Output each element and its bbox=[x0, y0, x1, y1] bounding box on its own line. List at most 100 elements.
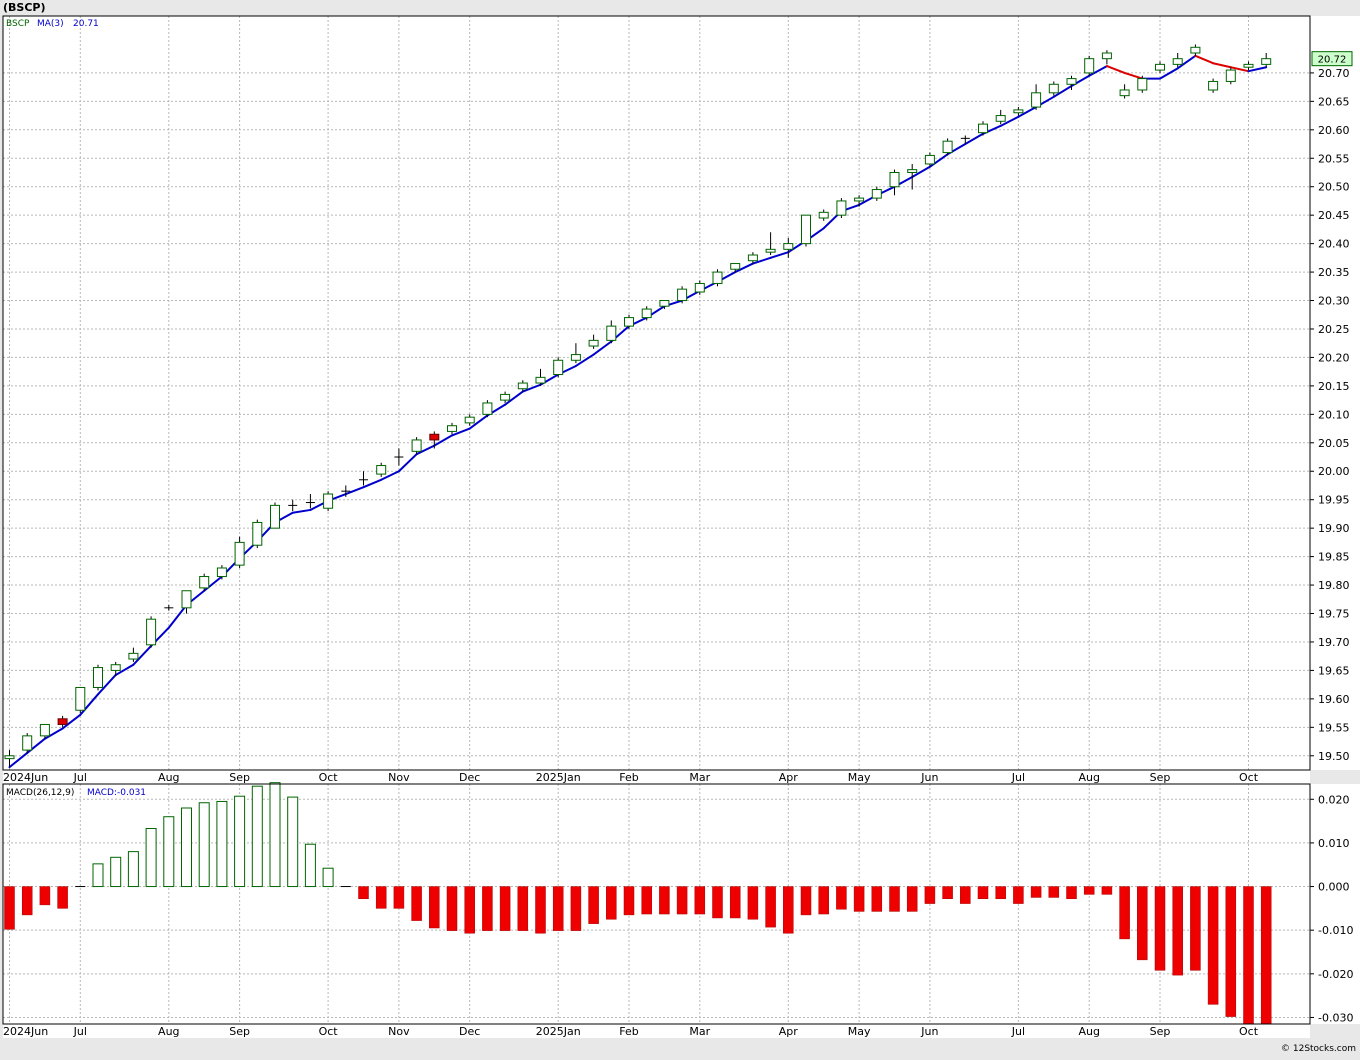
last-price-label: 20.72 bbox=[1318, 55, 1347, 66]
macd-x-tick-label: 2024Jun bbox=[3, 1025, 48, 1038]
price-y-tick-label: 20.50 bbox=[1318, 181, 1350, 194]
price-x-tick-label: Jul bbox=[73, 771, 87, 784]
candle-body-up bbox=[1119, 89, 1130, 97]
price-y-tick-label: 20.20 bbox=[1318, 351, 1350, 364]
candle-body-up bbox=[216, 567, 227, 578]
price-y-tick-label: 20.60 bbox=[1318, 124, 1350, 137]
macd-y-tick-label: 0.020 bbox=[1318, 793, 1350, 806]
candle-body-up bbox=[146, 618, 157, 646]
macd-bar-negative bbox=[1225, 886, 1237, 1017]
candle-body-up bbox=[110, 664, 121, 671]
price-y-tick-label: 20.05 bbox=[1318, 437, 1350, 450]
price-candle bbox=[677, 286, 688, 304]
candle-body-up bbox=[464, 416, 475, 424]
candle-body-up bbox=[252, 521, 263, 546]
price-candle bbox=[252, 519, 263, 549]
candle-body-up bbox=[978, 123, 988, 134]
candle-body-up bbox=[482, 402, 493, 415]
macd-y-axis-area bbox=[1310, 784, 1360, 1024]
macd-x-tick-label: Aug bbox=[1078, 1025, 1099, 1038]
candle-body-up bbox=[871, 189, 882, 199]
macd-bar-positive bbox=[251, 785, 263, 888]
macd-bar-negative bbox=[659, 886, 670, 915]
macd-bar-negative bbox=[977, 886, 989, 900]
price-candle bbox=[836, 198, 847, 219]
macd-bar-negative bbox=[960, 886, 971, 904]
candle-body-up bbox=[907, 169, 918, 173]
price-y-tick-label: 19.70 bbox=[1318, 636, 1350, 649]
candle-body-down bbox=[57, 718, 68, 725]
macd-bar-positive bbox=[287, 796, 299, 888]
price-panel bbox=[3, 16, 1310, 770]
macd-bar-negative bbox=[1013, 886, 1024, 904]
candle-body-up bbox=[1261, 58, 1272, 65]
candle-body-up bbox=[641, 308, 652, 319]
candle-body-up bbox=[1031, 92, 1042, 108]
macd-bar-negative bbox=[429, 886, 440, 929]
price-candle bbox=[1225, 67, 1236, 85]
macd-bar-negative bbox=[1137, 886, 1148, 961]
price-candle bbox=[270, 502, 280, 529]
macd-x-tick-label: Sep bbox=[229, 1025, 250, 1038]
macd-bar-negative bbox=[1066, 886, 1077, 900]
price-x-tick-label: Sep bbox=[229, 771, 250, 784]
price-y-tick-label: 20.45 bbox=[1318, 209, 1350, 222]
macd-bar-negative bbox=[552, 886, 564, 931]
macd-bar-positive bbox=[322, 867, 334, 888]
macd-bar-negative bbox=[588, 886, 599, 924]
candle-body-up bbox=[854, 197, 865, 202]
macd-bar-negative bbox=[1083, 886, 1095, 895]
candle-body-up bbox=[747, 254, 758, 262]
candle-body-up bbox=[730, 263, 741, 270]
candle-body-up bbox=[924, 154, 935, 165]
candle-body-up bbox=[1172, 58, 1183, 65]
price-y-tick-label: 19.80 bbox=[1318, 579, 1350, 592]
price-candle bbox=[323, 491, 334, 512]
price-x-tick-label: Apr bbox=[779, 771, 799, 784]
price-x-tick-label: Oct bbox=[1239, 771, 1259, 784]
price-x-tick-label: Oct bbox=[319, 771, 339, 784]
price-candle bbox=[1084, 55, 1095, 76]
stock-chart-svg: 19.50 19.55 19.60 19.65 19.70 19.75 19.80 19.85… bbox=[2, 1, 1360, 1054]
candle-body-up bbox=[535, 376, 546, 384]
macd-bar-positive bbox=[198, 802, 210, 888]
price-x-tick-label: Aug bbox=[1078, 771, 1099, 784]
candle-body-up bbox=[694, 282, 705, 293]
candle-body-up bbox=[93, 667, 103, 688]
candle-body-up bbox=[4, 755, 15, 760]
macd-bar-negative bbox=[1172, 886, 1183, 976]
price-candle bbox=[93, 664, 103, 691]
price-x-tick-label: Sep bbox=[1150, 771, 1171, 784]
price-candle bbox=[553, 357, 564, 378]
macd-bar-negative bbox=[694, 886, 706, 915]
price-y-tick-label: 20.70 bbox=[1318, 67, 1350, 80]
macd-bar-positive bbox=[269, 782, 281, 888]
candle-body-up bbox=[677, 288, 688, 302]
price-candle bbox=[801, 214, 811, 247]
legend-symbol: BSCP bbox=[6, 19, 30, 29]
candle-body-up bbox=[1101, 52, 1112, 60]
macd-x-tick-label: Dec bbox=[459, 1025, 480, 1038]
macd-bar-negative bbox=[1207, 886, 1219, 1005]
macd-x-tick-label: 2025Jan bbox=[536, 1025, 581, 1038]
macd-x-tick-label: Aug bbox=[158, 1025, 179, 1038]
candle-body-up bbox=[1155, 63, 1165, 71]
price-y-tick-label: 19.95 bbox=[1318, 494, 1350, 507]
price-x-tick-label: Jul bbox=[1011, 771, 1025, 784]
macd-bar-positive bbox=[304, 843, 316, 888]
candle-body-up bbox=[836, 200, 847, 216]
macd-y-tick-label: -0.020 bbox=[1318, 968, 1353, 981]
macd-bar-positive bbox=[181, 807, 192, 888]
macd-bar-negative bbox=[1243, 886, 1254, 1025]
candle-body-up bbox=[818, 211, 829, 219]
macd-x-tick-label: Nov bbox=[388, 1025, 410, 1038]
macd-x-tick-label: Jul bbox=[1011, 1025, 1025, 1038]
candle-body-up bbox=[783, 243, 794, 250]
price-x-tick-label: May bbox=[848, 771, 871, 784]
candle-body-up bbox=[1066, 78, 1077, 85]
macd-bar-positive bbox=[92, 863, 104, 888]
candle-body-up bbox=[1243, 63, 1254, 68]
legend-ma-value: 20.71 bbox=[73, 19, 99, 29]
macd-bar-negative bbox=[57, 886, 68, 909]
price-x-tick-label: Mar bbox=[689, 771, 710, 784]
